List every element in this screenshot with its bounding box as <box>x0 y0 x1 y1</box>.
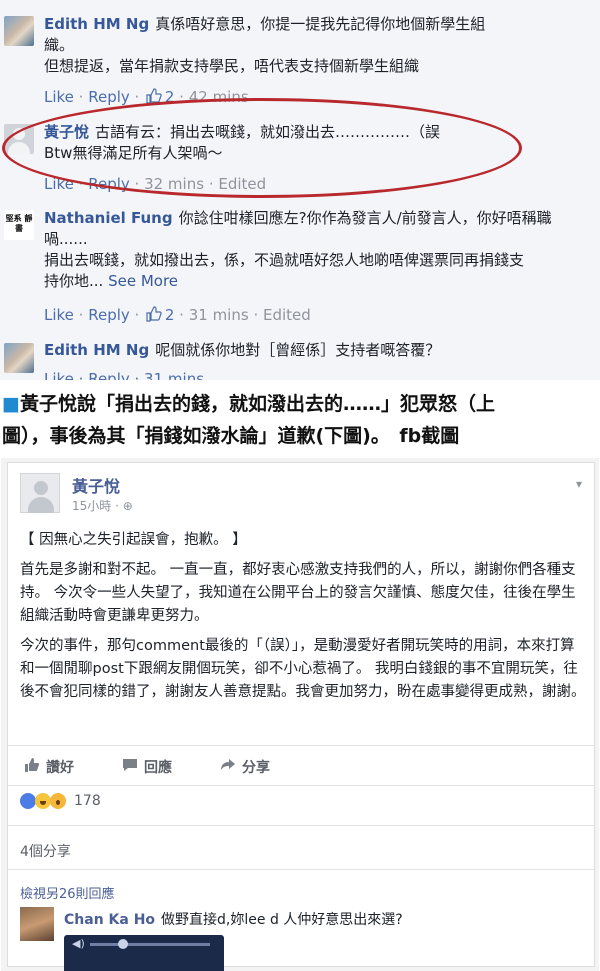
photo-caption: ■黃子悅說「捐出去的錢，就如潑出去的……」犯眾怒（上 圖），事後為其「捐錢如潑水… <box>2 393 495 447</box>
divider <box>8 869 594 870</box>
comment-text: Nathaniel Fung 你諗住咁樣回應左?你作為發言人/前發言人，你好唔稱職… <box>44 209 552 290</box>
comment-author[interactable]: Nathaniel Fung <box>44 209 173 227</box>
avatar[interactable] <box>20 907 54 941</box>
comment-actions: Like · Reply · 32 mins · Edited <box>44 175 267 193</box>
haha-reaction-icon <box>35 793 51 809</box>
see-more-link[interactable]: See More <box>108 272 178 290</box>
comment-text: Edith HM Ng 呢個就係你地對［曾經係］支持者嘅答覆？ <box>44 341 441 359</box>
comment-time[interactable]: 31 mins <box>189 306 249 324</box>
comment-text: Chan Ka Ho 做野直接d,妳lee d 人仲好意思出來選? <box>64 912 403 928</box>
share-arrow-icon <box>220 757 236 777</box>
caption-square-icon: ■ <box>2 393 20 415</box>
reply-link[interactable]: Reply <box>88 306 130 324</box>
chevron-down-icon[interactable]: ▾ <box>576 477 582 491</box>
avatar[interactable] <box>4 343 34 373</box>
like-link[interactable]: Like <box>44 88 74 106</box>
shares-count[interactable]: 4個分享 <box>20 841 71 861</box>
comment-author[interactable]: Edith HM Ng <box>44 341 149 359</box>
post-time[interactable]: 15小時 · ⊕ <box>72 497 133 514</box>
comment-actions: Like · Reply · 2 · 31 mins · Edited <box>44 306 311 324</box>
like-link[interactable]: Like <box>44 306 74 324</box>
like-button[interactable]: 讚好 <box>24 757 74 777</box>
like-link[interactable]: Like <box>44 175 74 193</box>
share-button[interactable]: 分享 <box>220 757 270 777</box>
post-heading: 【 因無心之失引起誤會，抱歉。 】 <box>20 532 247 548</box>
edited-label[interactable]: Edited <box>218 175 266 193</box>
comment-thread: Edith HM Ng 真係唔好意思，你提一提我先記得你地個新學生組 織。 但想提… <box>0 0 600 380</box>
comment-actions[interactable]: Like · Reply · 31 mins <box>44 370 204 380</box>
divider <box>8 745 594 746</box>
volume-icon[interactable]: ◀) <box>72 937 85 950</box>
comment-text: 黃子悅 古語有云：捐出去嘅錢，就如潑出去……………（誤 Btw無得滿足所有人架喎～ <box>44 123 441 162</box>
post-card: 黃子悅 15小時 · ⊕ ▾ 【 因無心之失引起誤會，抱歉。 】 首先是多謝和對… <box>7 462 595 971</box>
divider <box>8 825 594 826</box>
facebook-post: 黃子悅 15小時 · ⊕ ▾ 【 因無心之失引起誤會，抱歉。 】 首先是多謝和對… <box>1 458 599 971</box>
thumbs-up-icon <box>146 88 162 104</box>
volume-slider[interactable] <box>90 939 210 949</box>
comment-author[interactable]: 黃子悅 <box>44 123 89 141</box>
divider <box>8 785 594 786</box>
comment-time[interactable]: 32 mins <box>144 175 204 193</box>
like-reaction-icon <box>20 793 36 809</box>
reactions-summary[interactable]: 178 <box>20 793 101 809</box>
comment-actions: Like · Reply · 2 · 42 mins <box>44 88 249 106</box>
media-player[interactable]: ◀) <box>64 935 224 971</box>
avatar[interactable] <box>20 473 60 513</box>
edited-label[interactable]: Edited <box>263 306 311 324</box>
thumbs-up-icon <box>24 757 40 777</box>
reactions-count: 178 <box>74 793 101 809</box>
comment-author[interactable]: Edith HM Ng <box>44 15 149 33</box>
comment-text: Edith HM Ng 真係唔好意思，你提一提我先記得你地個新學生組 織。 但想提… <box>44 15 486 75</box>
speech-bubble-icon <box>122 757 138 777</box>
avatar[interactable] <box>4 124 34 154</box>
post-actions: 讚好 回應 分享 <box>20 753 580 781</box>
reply-link[interactable]: Reply <box>88 88 130 106</box>
avatar[interactable] <box>4 16 34 46</box>
likes-count[interactable]: 2 <box>165 306 175 324</box>
comment-button[interactable]: 回應 <box>122 757 172 777</box>
likes-count[interactable]: 2 <box>165 88 175 106</box>
thumbs-up-icon <box>146 306 162 322</box>
globe-icon: ⊕ <box>122 499 133 513</box>
reply-link[interactable]: Reply <box>88 175 130 193</box>
post-author[interactable]: 黃子悅 <box>72 473 120 497</box>
comment-time[interactable]: 42 mins <box>189 88 249 106</box>
comment-author[interactable]: Chan Ka Ho <box>64 912 155 928</box>
view-previous-comments[interactable]: 檢視另26則回應 <box>20 883 115 902</box>
avatar[interactable]: 堅系 靜書 <box>4 210 34 240</box>
post-body: 【 因無心之失引起誤會，抱歉。 】 首先是多謝和對不起。 一直一直，都好衷心感激… <box>20 529 586 711</box>
wow-reaction-icon <box>50 793 66 809</box>
